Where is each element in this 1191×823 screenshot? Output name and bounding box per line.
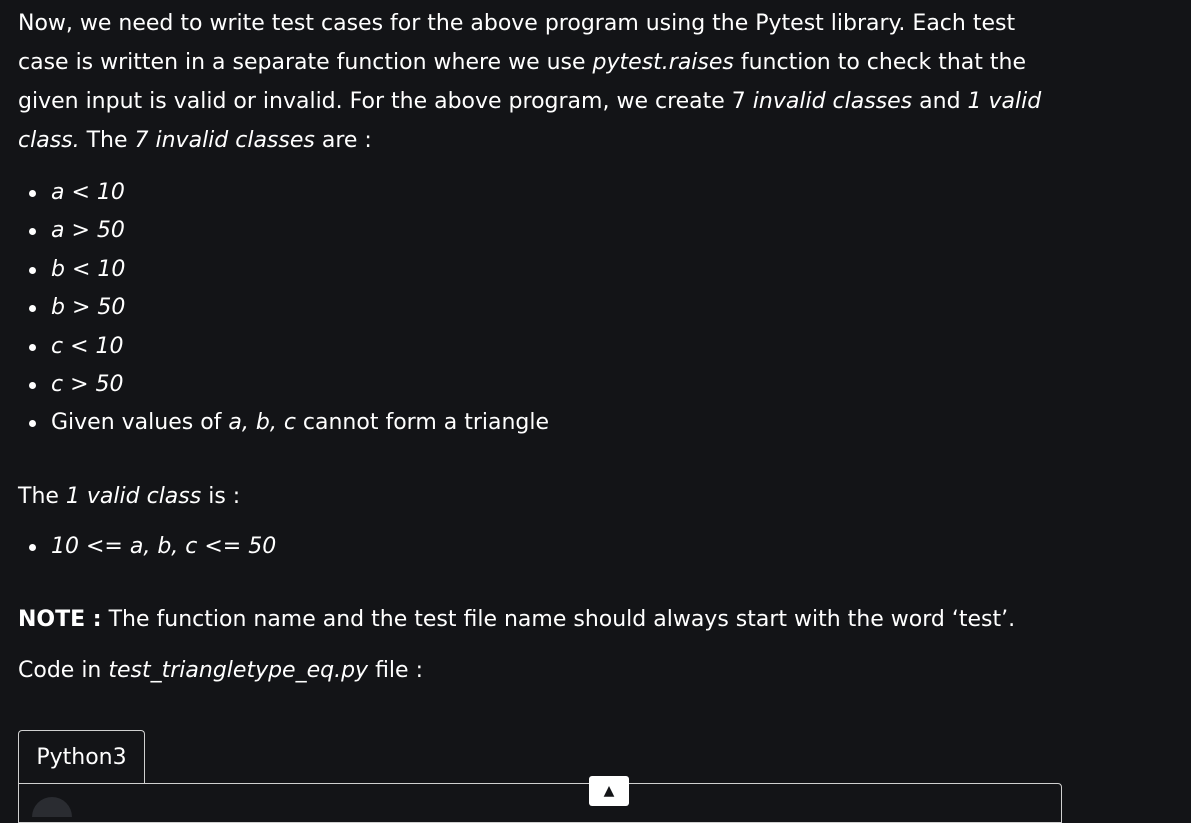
intro-text-3: and <box>912 89 968 114</box>
note-paragraph: NOTE : The function name and the test fi… <box>18 600 1048 639</box>
pytest-raises-term: pytest.raises <box>592 50 734 75</box>
seven-invalid-classes-term: 7 invalid classes <box>134 128 315 153</box>
tab-python3[interactable]: Python3 <box>18 730 145 783</box>
valid-heading-term: 1 valid class <box>65 483 202 509</box>
invalid-classes-list: a < 10 a > 50 b < 10 b > 50 c < 10 c > 5… <box>18 174 1048 443</box>
invalid-class-text: c < 10 <box>51 333 124 359</box>
triangle-item-vars: a, b, c <box>228 410 296 436</box>
list-item: b < 10 <box>18 251 1048 289</box>
invalid-class-text: b < 10 <box>51 256 126 282</box>
list-item: Given values of a, b, c cannot form a tr… <box>18 404 1048 442</box>
valid-class-text: 10 <= a, b, c <= 50 <box>51 533 277 559</box>
list-item: a < 10 <box>18 174 1048 212</box>
note-text: The function name and the test file name… <box>101 607 1016 633</box>
invalid-class-text: c > 50 <box>51 372 124 398</box>
code-tabs: Python3 <box>18 730 145 783</box>
valid-class-heading: The 1 valid class is : <box>18 477 1048 516</box>
list-item: 10 <= a, b, c <= 50 <box>18 528 1048 566</box>
valid-heading-suffix: is : <box>201 483 241 509</box>
run-button[interactable]: ▲ <box>589 776 629 806</box>
list-item: c < 10 <box>18 328 1048 366</box>
triangle-item-suffix: cannot form a triangle <box>295 410 550 436</box>
valid-heading-prefix: The <box>18 483 66 509</box>
code-file-line: Code in test_triangletype_eq.py file : <box>18 651 1048 690</box>
intro-paragraph: Now, we need to write test cases for the… <box>18 0 1048 160</box>
list-item: b > 50 <box>18 289 1048 327</box>
invalid-class-text: a > 50 <box>51 218 125 244</box>
code-line-prefix: Code in <box>18 658 109 684</box>
intro-text-5: are : <box>314 128 372 153</box>
list-item: c > 50 <box>18 366 1048 404</box>
intro-text-4: The <box>79 128 135 153</box>
valid-classes-list: 10 <= a, b, c <= 50 <box>18 528 1048 566</box>
article-body: Now, we need to write test cases for the… <box>18 0 1048 690</box>
code-line-suffix: file : <box>368 658 423 684</box>
code-file-name: test_triangletype_eq.py <box>108 658 369 684</box>
code-block <box>18 783 1062 823</box>
note-label: NOTE : <box>18 607 102 633</box>
run-triangle-icon: ▲ <box>603 783 615 799</box>
list-item: a > 50 <box>18 212 1048 250</box>
tab-python3-label: Python3 <box>36 744 127 770</box>
invalid-class-text: b > 50 <box>51 295 126 321</box>
invalid-class-text: a < 10 <box>51 180 125 205</box>
triangle-item-prefix: Given values of <box>51 410 229 436</box>
invalid-classes-term: invalid classes <box>752 89 913 114</box>
